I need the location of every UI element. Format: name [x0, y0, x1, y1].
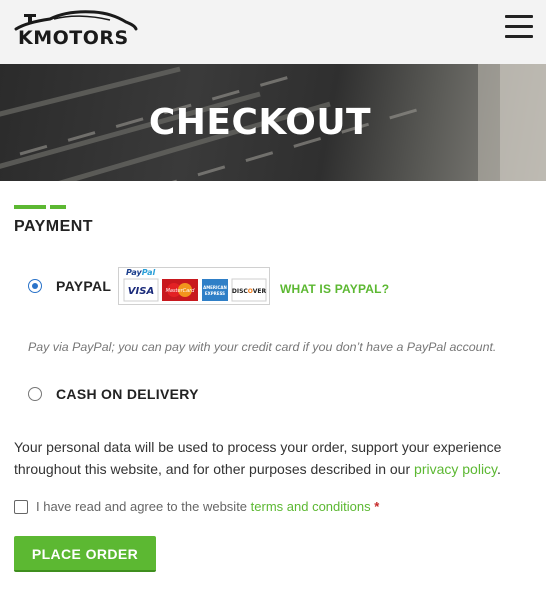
paypal-acceptance-mark: PayPal VISA MasterCard AMERICAN EXPRESS … [118, 267, 270, 305]
site-header: KMOTORS [0, 0, 546, 64]
section-accent-bar [14, 196, 70, 214]
svg-text:MasterCard: MasterCard [166, 288, 196, 294]
svg-text:DISCOVER: DISCOVER [232, 288, 267, 295]
what-is-paypal-link[interactable]: WHAT IS PAYPAL? [280, 282, 389, 296]
page-title: CHECKOUT [148, 102, 372, 143]
logo-text: KMOTORS [18, 27, 129, 49]
paypal-description: Pay via PayPal; you can pay with your cr… [28, 340, 497, 354]
privacy-policy-link[interactable]: privacy policy [414, 461, 497, 477]
terms-label: I have read and agree to the website ter… [36, 499, 379, 514]
svg-text:AMERICAN: AMERICAN [203, 285, 227, 290]
kmotors-logo[interactable]: KMOTORS [14, 10, 138, 50]
svg-text:EXPRESS: EXPRESS [205, 291, 225, 296]
paypal-radio[interactable] [28, 279, 42, 293]
svg-text:PayPal: PayPal [126, 268, 155, 277]
privacy-notice: Your personal data will be used to proce… [14, 437, 539, 480]
terms-checkbox[interactable] [14, 500, 28, 514]
terms-and-conditions-link[interactable]: terms and conditions [251, 499, 371, 514]
cash-on-delivery-label[interactable]: CASH ON DELIVERY [56, 386, 199, 402]
paypal-option-label[interactable]: PAYPAL [56, 278, 111, 294]
payment-heading: PAYMENT [14, 218, 94, 235]
svg-text:VISA: VISA [128, 286, 154, 297]
privacy-notice-end: . [497, 460, 501, 477]
terms-text: I have read and agree to the website [36, 499, 251, 514]
hero-banner: CHECKOUT [0, 64, 546, 181]
cash-on-delivery-radio[interactable] [28, 387, 42, 401]
required-asterisk: * [374, 499, 380, 514]
hamburger-menu-button[interactable] [505, 12, 535, 42]
place-order-button[interactable]: PLACE ORDER [14, 536, 156, 572]
